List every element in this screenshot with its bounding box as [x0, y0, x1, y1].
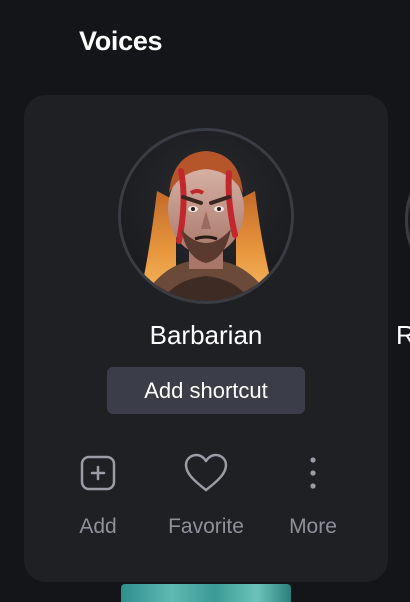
- add-shortcut-button[interactable]: Add shortcut: [107, 367, 305, 414]
- add-action-label: Add: [79, 515, 117, 538]
- favorite-action-label: Favorite: [168, 515, 244, 538]
- voice-name: Barbarian: [149, 320, 263, 350]
- plus-square-icon: [43, 453, 153, 493]
- voices-page: Voices R Barbarian Add shortcut Add Favo…: [0, 0, 410, 602]
- next-voice-thumbnail[interactable]: [121, 584, 291, 602]
- voice-avatar: [118, 128, 294, 304]
- more-vertical-icon: [258, 453, 368, 493]
- more-action[interactable]: More: [258, 453, 368, 539]
- barbarian-portrait: [121, 131, 291, 301]
- heart-icon: [151, 453, 261, 493]
- more-action-label: More: [289, 515, 337, 538]
- add-action[interactable]: Add: [43, 453, 153, 539]
- favorite-action[interactable]: Favorite: [151, 453, 261, 539]
- section-title: Voices: [79, 26, 163, 56]
- next-voice-avatar[interactable]: [405, 160, 410, 280]
- voice-card[interactable]: Barbarian Add shortcut Add Favorite More: [24, 95, 388, 582]
- next-voice-name[interactable]: R: [396, 320, 410, 351]
